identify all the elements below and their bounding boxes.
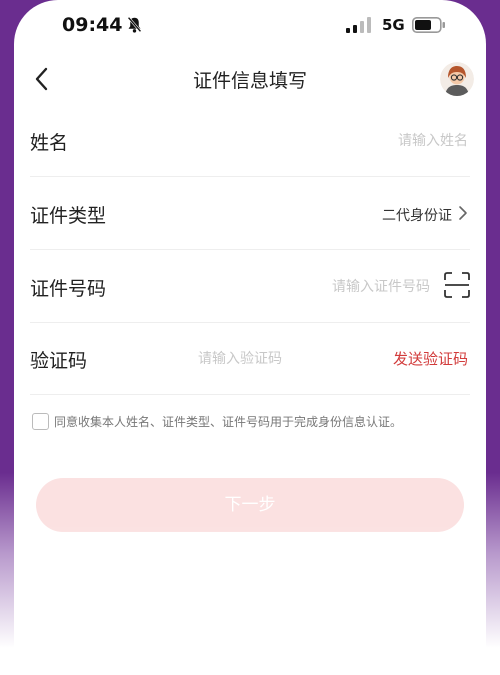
agreement-text: 同意收集本人姓名、证件类型、证件号码用于完成身份信息认证。 [54,415,403,429]
user-avatar-icon[interactable] [440,62,474,96]
id-type-value: 二代身份证 [382,208,452,224]
name-row: 姓名 [30,104,470,177]
id-type-row[interactable]: 证件类型 二代身份证 [30,177,470,250]
status-bar: 09:44 5G [14,0,486,50]
chevron-right-icon [459,206,467,220]
name-label: 姓名 [30,132,69,154]
id-type-label: 证件类型 [30,205,107,227]
phone-screen: 09:44 5G 证件信息填写 姓名 请输入姓名 证件类型 二代身份证 证件号码… [14,0,486,675]
network-type: 5G [382,16,405,34]
next-button[interactable]: 下一步 [36,478,464,532]
agreement: 同意收集本人姓名、证件类型、证件号码用于完成身份信息认证。 [32,410,472,434]
battery-icon [412,17,445,33]
id-number-label: 证件号码 [30,278,107,300]
page-title: 证件信息填写 [192,70,307,92]
send-code-button[interactable]: 发送验证码 [393,348,468,369]
id-number-input[interactable] [248,272,432,302]
code-label: 验证码 [30,350,88,372]
code-row: 验证码 发送验证码 [30,322,470,395]
signal-icon [346,17,371,33]
status-time: 09:44 [62,14,123,36]
bottom-fade [14,525,486,675]
scan-icon[interactable] [444,272,470,298]
agreement-checkbox[interactable] [32,413,49,430]
code-input[interactable] [196,344,360,374]
name-input[interactable] [316,126,470,156]
bell-muted-icon [127,16,142,33]
id-number-row: 证件号码 [30,250,470,323]
